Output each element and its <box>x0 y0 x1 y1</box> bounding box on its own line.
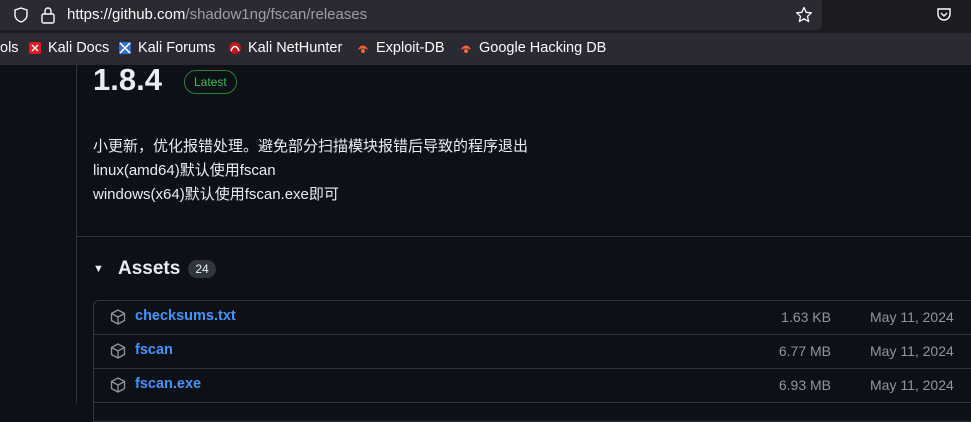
timeline-divider <box>76 65 77 403</box>
asset-download-link[interactable]: fscan <box>135 342 173 358</box>
package-icon <box>110 343 126 359</box>
asset-date: May 11, 2024 <box>870 377 954 393</box>
release-note-line: linux(amd64)默认使用fscan <box>93 162 276 179</box>
package-icon <box>110 309 126 325</box>
asset-date: May 11, 2024 <box>870 309 954 325</box>
bookmark-google-hacking-db[interactable]: Google Hacking DB <box>459 40 606 56</box>
browser-toolbar: https://github.com/shadow1ng/fscan/relea… <box>0 0 971 33</box>
caret-down-icon: ▼ <box>93 263 104 275</box>
bookmark-exploit-db[interactable]: Exploit-DB <box>356 40 445 56</box>
ghdb-icon <box>461 45 471 53</box>
assets-title: Assets <box>118 258 181 279</box>
bookmark-tools[interactable]: ols <box>0 40 19 56</box>
assets-list: checksums.txt 1.63 KB May 11, 2024 fscan… <box>93 300 971 422</box>
release-version[interactable]: 1.8.4 <box>93 62 162 98</box>
package-icon <box>110 377 126 393</box>
release-page: 1.8.4 Latest 小更新，优化报错处理。避免部分扫描模块报错后导致的程序… <box>0 62 971 422</box>
kali-forums-icon <box>119 42 131 54</box>
bookmark-label: Kali Forums <box>138 40 216 56</box>
url-host: https://github.com <box>67 6 186 23</box>
assets-toggle[interactable]: ▼ Assets 24 <box>93 258 216 280</box>
asset-row: checksums.txt 1.63 KB May 11, 2024 <box>94 301 971 335</box>
bookmark-star-icon[interactable] <box>795 6 813 24</box>
asset-size: 6.93 MB <box>778 377 831 393</box>
asset-date: May 11, 2024 <box>870 343 954 359</box>
bookmark-kali-forums[interactable]: Kali Forums <box>118 40 215 56</box>
address-bar[interactable]: https://github.com/shadow1ng/fscan/relea… <box>0 0 822 30</box>
release-note-line: 小更新，优化报错处理。避免部分扫描模块报错后导致的程序退出 <box>93 138 529 155</box>
bookmarks-toolbar: ols Kali Docs Kali Forums Kali NetHunter… <box>0 33 971 65</box>
asset-row: fscan.exe 6.93 MB May 11, 2024 <box>94 369 971 403</box>
asset-size: 1.63 KB <box>781 309 831 325</box>
release-notes: 小更新，优化报错处理。避免部分扫描模块报错后导致的程序退出 linux(amd6… <box>93 135 528 207</box>
release-note-line: windows(x64)默认使用fscan.exe即可 <box>93 186 339 203</box>
pocket-icon[interactable] <box>936 6 952 22</box>
nethunter-icon <box>229 42 241 54</box>
exploit-db-icon <box>358 45 368 53</box>
section-divider <box>77 236 971 237</box>
url-path: /shadow1ng/fscan/releases <box>185 6 368 23</box>
bookmark-label: Kali Docs <box>48 40 110 56</box>
bookmark-kali-nethunter[interactable]: Kali NetHunter <box>228 40 342 56</box>
shield-icon[interactable] <box>13 7 29 23</box>
asset-size: 6.77 MB <box>778 343 831 359</box>
asset-download-link[interactable]: checksums.txt <box>135 308 236 324</box>
bookmark-label: Exploit-DB <box>376 40 445 56</box>
bookmark-label: Kali NetHunter <box>248 40 343 56</box>
bookmark-label: Google Hacking DB <box>479 40 607 56</box>
lock-icon[interactable] <box>40 6 56 24</box>
assets-count-badge: 24 <box>188 260 216 278</box>
asset-download-link[interactable]: fscan.exe <box>135 376 201 392</box>
kali-docs-icon <box>29 42 41 54</box>
bookmark-kali-docs[interactable]: Kali Docs <box>28 40 109 56</box>
asset-row: fscan 6.77 MB May 11, 2024 <box>94 335 971 369</box>
latest-badge: Latest <box>184 70 237 94</box>
bookmark-label: ols <box>0 40 19 56</box>
url-text[interactable]: https://github.com/shadow1ng/fscan/relea… <box>67 6 367 23</box>
